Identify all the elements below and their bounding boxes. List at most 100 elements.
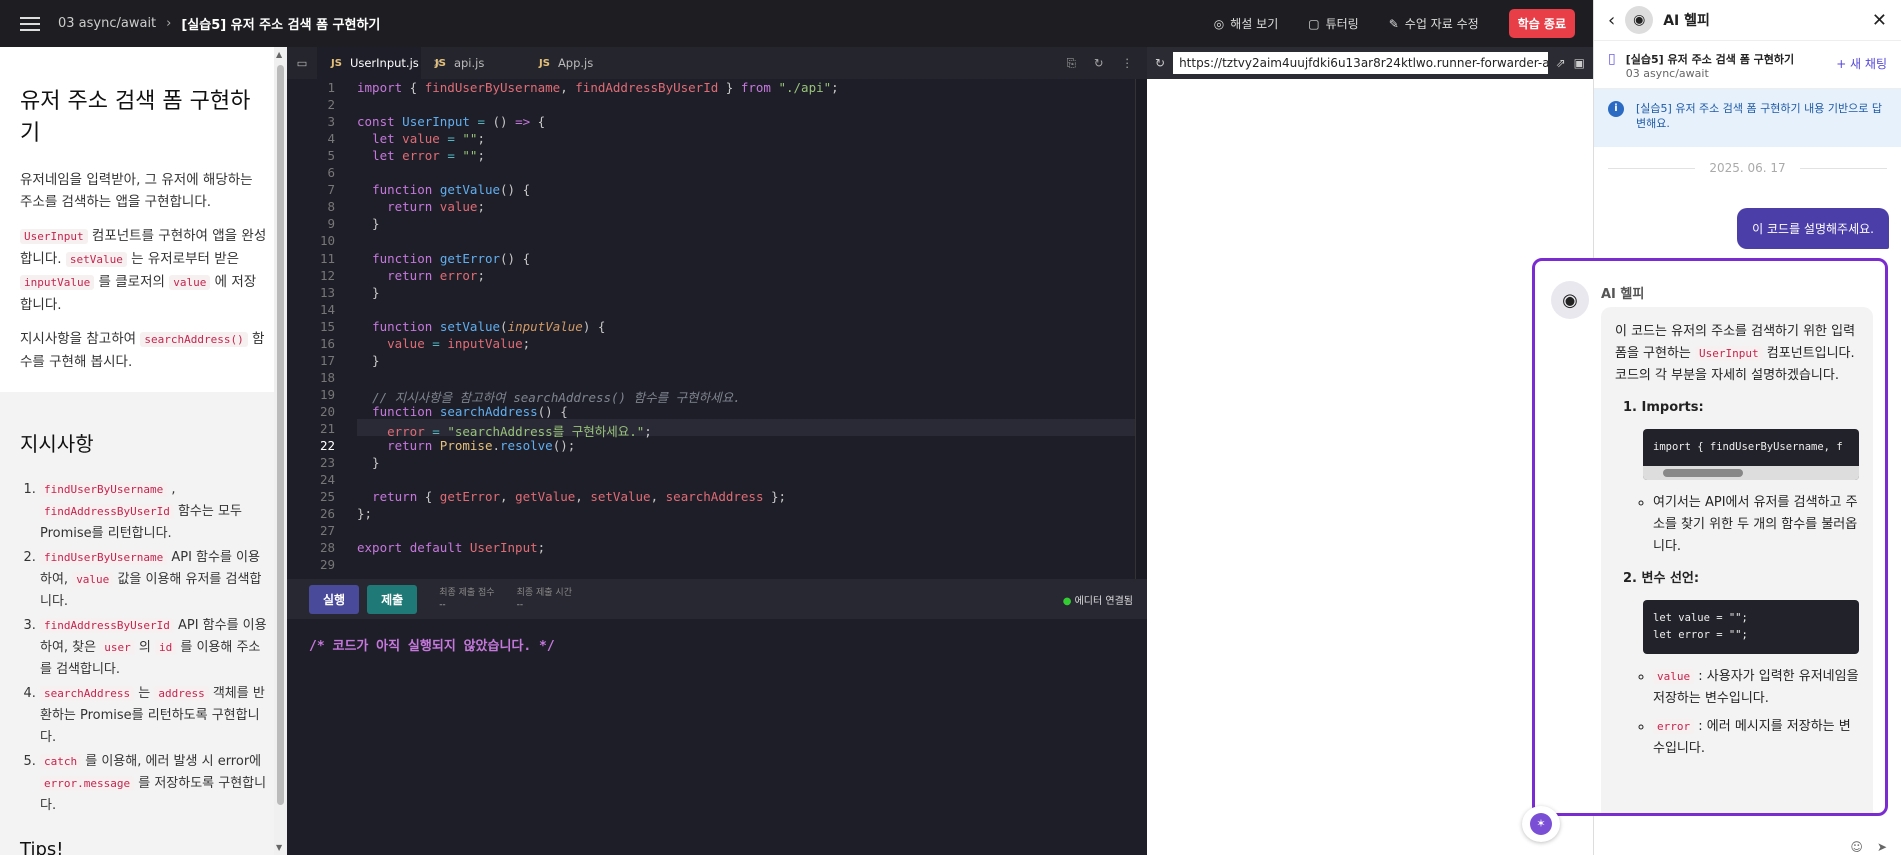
list-item: 여기서는 API에서 유저를 검색하고 주소를 찾기 위한 두 개의 함수를 불… (1653, 492, 1859, 558)
line-number: 7 (327, 182, 335, 198)
js-file-icon: JS (435, 57, 446, 69)
code-line[interactable]: function searchAddress() { (357, 404, 568, 419)
line-number: 22 (319, 438, 335, 454)
line-number: 20 (319, 403, 335, 419)
code-line[interactable]: function getValue() { (357, 182, 530, 197)
attach-icon[interactable]: ⎘ (1067, 56, 1076, 71)
tab-api[interactable]: JS api.js (421, 47, 525, 79)
reload-icon[interactable]: ↻ (1155, 56, 1165, 70)
line-number: 23 (319, 455, 335, 471)
code-line[interactable]: return error; (357, 268, 485, 283)
bot-avatar: ◉ (1625, 6, 1654, 34)
submit-button[interactable]: 제출 (367, 584, 418, 614)
code-line[interactable]: let value = ""; (357, 131, 485, 146)
code-line[interactable]: return Promise.resolve(); (357, 438, 575, 453)
tutoring-button[interactable]: ▢ 튜터링 (1308, 15, 1358, 32)
code-line[interactable]: let error = ""; (357, 148, 485, 163)
code-line[interactable]: }; (357, 506, 372, 521)
line-number: 26 (319, 506, 335, 522)
exercise-heading: 유저 주소 검색 폼 구현하기 (20, 89, 251, 146)
bot-message: ◉ AI 헬피 이 코드는 유저의 주소를 검색하기 위한 입력 폼을 구현하는… (1532, 258, 1888, 816)
preview-url-input[interactable]: https://tztvy2aim4uujfdki6u13ar8r24ktlwo… (1173, 52, 1548, 74)
list-item: value : 사용자가 입력한 유저네임을 저장하는 변수입니다. (1653, 666, 1859, 710)
line-number: 10 (319, 233, 335, 249)
instruction-item: searchAddress 는 address 객체를 반환하는 Promise… (40, 683, 267, 749)
hamburger-menu-icon[interactable] (20, 16, 40, 31)
info-banner: [실습5] 유저 주소 검색 폼 구현하기 내용 기반으로 답변해요. (1636, 102, 1882, 130)
code-line[interactable]: function getError() { (357, 251, 530, 266)
more-icon[interactable]: ⋮ (1122, 56, 1134, 71)
status-dot-icon: ● (1062, 595, 1072, 607)
run-button[interactable]: 실행 (309, 584, 360, 614)
line-number: 15 (319, 318, 335, 334)
line-number: 28 (319, 540, 335, 556)
line-number: 5 (327, 148, 335, 164)
line-number: 13 (319, 284, 335, 300)
line-number: 9 (327, 216, 335, 232)
instruction-item: findUserByUsername API 함수를 이용하여, value 값… (40, 547, 267, 613)
line-number: 1 (327, 80, 335, 95)
breadcrumb-course[interactable]: 03 async/await (58, 16, 156, 31)
close-icon[interactable]: ✕ (1872, 10, 1887, 31)
tab-userinput[interactable]: JS UserInput.js ✕ (317, 47, 442, 79)
scroll-down-icon[interactable]: ▼ (276, 843, 282, 852)
tips-heading: Tips! (20, 839, 64, 855)
line-number: 6 (327, 165, 335, 181)
layout-icon[interactable]: ▣ (1574, 56, 1585, 70)
list-item: error : 에러 메시지를 저장하는 변수입니다. (1653, 716, 1859, 760)
instruction-item: findUserByUsername , findAddressByUserId… (40, 479, 267, 545)
back-icon[interactable]: ‹ (1608, 10, 1615, 31)
submission-time: 최종 제출 시간 -- (516, 588, 572, 610)
code-line[interactable]: return value; (357, 199, 485, 214)
code-line[interactable]: } (357, 353, 380, 368)
code-block[interactable]: let value = ""; let error = ""; (1643, 600, 1859, 654)
view-solution-button[interactable]: ◎ 해설 보기 (1214, 15, 1278, 32)
edit-material-button[interactable]: ✎ 수업 자료 수정 (1389, 15, 1479, 32)
code-line[interactable]: } (357, 455, 380, 470)
chevron-right-icon: › (166, 16, 172, 31)
scroll-up-icon[interactable]: ▲ (276, 50, 282, 59)
instructions-list: findUserByUsername , findAddressByUserId… (20, 479, 267, 817)
code-line[interactable]: return { getError, getValue, setValue, s… (357, 489, 786, 504)
new-chat-button[interactable]: + 새 채팅 (1836, 55, 1887, 72)
end-learning-button[interactable]: 학습 종료 (1508, 9, 1575, 38)
code-editor: ▭ JS UserInput.js ✕ JS api.js JS App.js ⎘ ↻ ⋮ … (287, 47, 1147, 855)
code-line[interactable]: import { findUserByUsername, findAddress… (357, 80, 839, 95)
editor-scrollbar[interactable] (1135, 79, 1147, 579)
date-divider: 2025. 06. 17 (1594, 161, 1901, 175)
code-line[interactable]: value = inputValue; (357, 336, 530, 351)
line-number: 29 (319, 557, 335, 573)
chat-title: AI 헬피 (1663, 13, 1710, 29)
code-line[interactable]: export default UserInput; (357, 540, 545, 555)
refresh-icon[interactable]: ↻ (1094, 56, 1104, 71)
code-line[interactable]: } (357, 216, 380, 231)
open-external-icon[interactable]: ⇗ (1556, 56, 1566, 70)
preview-pane: ↻ https://tztvy2aim4uujfdki6u13ar8r24ktl… (1147, 47, 1593, 855)
code-scrollbar[interactable] (1643, 466, 1859, 480)
folder-icon[interactable]: ▭ (287, 56, 317, 70)
submission-score: 최종 제출 점수 -- (439, 588, 495, 610)
line-number: 24 (319, 472, 335, 488)
ai-helper-button[interactable]: ✶ (1522, 806, 1560, 842)
document-icon: ▯ (1608, 51, 1616, 67)
line-number: 19 (319, 386, 335, 402)
code-block[interactable]: import { findUserByUsername, f (1643, 429, 1859, 480)
left-scrollbar[interactable]: ▲ ▼ (274, 47, 287, 855)
code-line[interactable]: const UserInput = () => { (357, 114, 545, 129)
code-line[interactable]: } (357, 285, 380, 300)
line-number: 27 (319, 523, 335, 539)
line-number: 2 (327, 97, 335, 113)
emoji-icon[interactable]: ☺ (1850, 840, 1863, 854)
context-sub: 03 async/await (1625, 67, 1709, 80)
bot-name: AI 헬피 (1601, 287, 1645, 302)
exercise-detail: UserInput 컴포넌트를 구현하여 앱을 완성합니다. setValue … (20, 228, 267, 313)
js-file-icon: JS (539, 57, 550, 69)
code-line[interactable]: function setValue(inputValue) { (357, 319, 605, 334)
tab-app[interactable]: JS App.js (525, 47, 629, 79)
info-icon: i (1608, 101, 1624, 117)
code-area[interactable]: 1 import { findUserByUsername, findAddres… (287, 79, 1147, 579)
line-number: 3 (327, 114, 335, 130)
line-number: 25 (319, 489, 335, 505)
send-icon[interactable]: ➤ (1877, 840, 1887, 854)
instruction-item: catch 를 이용해, 에러 발생 시 error에 error.messag… (40, 751, 267, 817)
